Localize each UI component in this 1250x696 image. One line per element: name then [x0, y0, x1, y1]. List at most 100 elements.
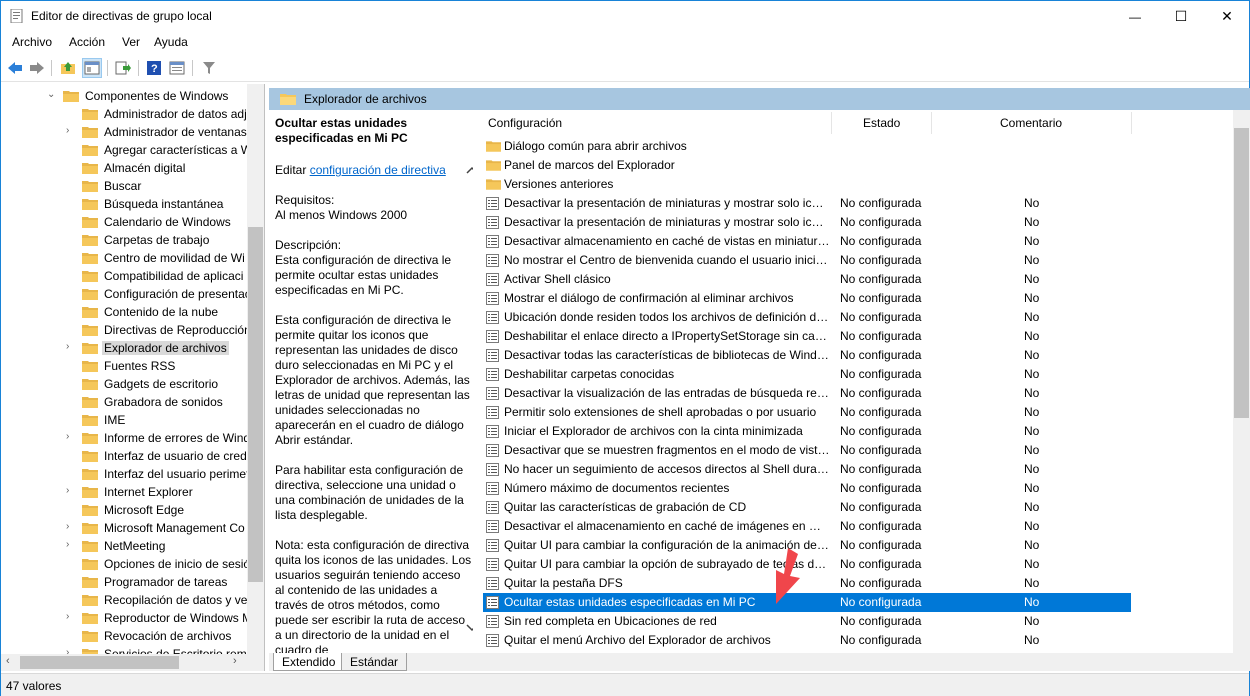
- up-folder-button[interactable]: [58, 58, 78, 78]
- properties-button[interactable]: [167, 58, 187, 78]
- list-setting-row[interactable]: Deshabilitar el enlace directo a IProper…: [483, 327, 1133, 346]
- tree-item[interactable]: Compatibilidad de aplicaci: [1, 267, 247, 285]
- chevron-right-icon[interactable]: ›: [66, 539, 69, 550]
- tree-item[interactable]: › Administrador de ventanas: [1, 123, 247, 141]
- list-setting-row[interactable]: Quitar UI para cambiar la configuración …: [483, 536, 1133, 555]
- menu-ver[interactable]: Ver: [122, 35, 140, 49]
- list-setting-row[interactable]: No mostrar el Centro de bienvenida cuand…: [483, 251, 1133, 270]
- list-setting-row[interactable]: Desactivar la presentación de miniaturas…: [483, 194, 1133, 213]
- list-setting-row[interactable]: Desactivar todas las características de …: [483, 346, 1133, 365]
- close-icon: ✕: [1221, 8, 1233, 24]
- tree-item[interactable]: Interfaz del usuario perimet: [1, 465, 247, 483]
- tree-item[interactable]: Agregar características a W: [1, 141, 247, 159]
- menu-accion[interactable]: Acción: [69, 35, 105, 49]
- tree-item[interactable]: › NetMeeting: [1, 537, 247, 555]
- tree-hscroll-thumb[interactable]: [20, 656, 179, 669]
- tree-item[interactable]: Revocación de archivos: [1, 627, 247, 645]
- tree-item[interactable]: Administrador de datos adj: [1, 105, 247, 123]
- tree-item[interactable]: Directivas de Reproducción: [1, 321, 247, 339]
- chevron-down-icon[interactable]: ⌄: [47, 89, 55, 100]
- tree-item[interactable]: Interfaz de usuario de crede: [1, 447, 247, 465]
- tree-item[interactable]: Grabadora de sonidos: [1, 393, 247, 411]
- tree-item[interactable]: Almacén digital: [1, 159, 247, 177]
- tree-item[interactable]: Opciones de inicio de sesió: [1, 555, 247, 573]
- list-setting-row[interactable]: Desactivar la visualización de las entra…: [483, 384, 1133, 403]
- tab-extendido[interactable]: Extendido: [273, 653, 345, 671]
- setting-name: Ubicación donde residen todos los archiv…: [504, 310, 830, 324]
- chevron-right-icon[interactable]: ›: [66, 611, 69, 622]
- list-setting-row[interactable]: Permitir solo extensiones de shell aprob…: [483, 403, 1133, 422]
- list-scrollbar[interactable]: [1233, 110, 1250, 653]
- back-button[interactable]: [5, 58, 25, 78]
- tree-item[interactable]: › Explorador de archivos: [1, 339, 247, 357]
- list-setting-row[interactable]: Ubicación donde residen todos los archiv…: [483, 308, 1133, 327]
- list-setting-row[interactable]: Quitar las características de grabación …: [483, 498, 1133, 517]
- tree-item[interactable]: IME: [1, 411, 247, 429]
- tree-item[interactable]: Carpetas de trabajo: [1, 231, 247, 249]
- tree-item[interactable]: ⌄ Componentes de Windows: [1, 87, 247, 105]
- chevron-right-icon[interactable]: ›: [66, 125, 69, 136]
- tree-item[interactable]: Buscar: [1, 177, 247, 195]
- menu-archivo[interactable]: Archivo: [12, 35, 52, 49]
- minimize-button[interactable]: —: [1112, 1, 1158, 32]
- close-button[interactable]: ✕: [1204, 1, 1250, 32]
- chevron-right-icon[interactable]: ›: [66, 521, 69, 532]
- tree-item[interactable]: Fuentes RSS: [1, 357, 247, 375]
- list-setting-row[interactable]: No hacer un seguimiento de accesos direc…: [483, 460, 1133, 479]
- list-setting-row[interactable]: Activar Shell clásico No configurada No: [483, 270, 1133, 289]
- tree-item[interactable]: Configuración de presentac: [1, 285, 247, 303]
- list-scroll-thumb[interactable]: [1234, 128, 1249, 418]
- list-folder-row[interactable]: Diálogo común para abrir archivos: [483, 137, 1133, 156]
- export-list-button[interactable]: [113, 58, 133, 78]
- list-folder-row[interactable]: Versiones anteriores: [483, 175, 1133, 194]
- tree-item[interactable]: Programador de tareas: [1, 573, 247, 591]
- chevron-right-icon[interactable]: ›: [66, 341, 69, 352]
- list-setting-row[interactable]: Deshabilitar carpetas conocidas No config…: [483, 365, 1133, 384]
- list-folder-row[interactable]: Panel de marcos del Explorador: [483, 156, 1133, 175]
- list-setting-row[interactable]: Mostrar el diálogo de confirmación al el…: [483, 289, 1133, 308]
- chevron-right-icon[interactable]: ›: [66, 485, 69, 496]
- tree-item[interactable]: › Informe de errores de Wind: [1, 429, 247, 447]
- tree-scroll-thumb[interactable]: [248, 227, 263, 582]
- tree-item[interactable]: › Internet Explorer: [1, 483, 247, 501]
- list-setting-row[interactable]: Número máximo de documentos recientes No …: [483, 479, 1133, 498]
- list-setting-row[interactable]: Quitar UI para cambiar la opción de subr…: [483, 555, 1133, 574]
- policy-setting-icon: [486, 463, 499, 476]
- list-setting-row[interactable]: Iniciar el Explorador de archivos con la…: [483, 422, 1133, 441]
- list-setting-row[interactable]: Quitar el menú Archivo del Explorador de…: [483, 631, 1133, 650]
- maximize-button[interactable]: ☐: [1158, 1, 1204, 32]
- tree-item[interactable]: Centro de movilidad de Wi: [1, 249, 247, 267]
- tree-item[interactable]: › Microsoft Management Co: [1, 519, 247, 537]
- tree-item[interactable]: › Reproductor de Windows M: [1, 609, 247, 627]
- list-setting-row[interactable]: Desactivar la presentación de miniaturas…: [483, 213, 1133, 232]
- list-setting-row[interactable]: Desactivar el almacenamiento en caché de…: [483, 517, 1133, 536]
- filter-button[interactable]: [199, 58, 219, 78]
- tree-item[interactable]: Gadgets de escritorio: [1, 375, 247, 393]
- menu-ayuda[interactable]: Ayuda: [154, 35, 188, 49]
- help-button[interactable]: ?: [144, 58, 164, 78]
- setting-name: Desactivar todas las características de …: [504, 348, 830, 362]
- column-comentario[interactable]: Comentario: [1000, 116, 1062, 130]
- tree-item[interactable]: Contenido de la nube: [1, 303, 247, 321]
- tab-estandar[interactable]: Estándar: [341, 653, 408, 671]
- edit-policy-link[interactable]: configuración de directiva: [310, 163, 446, 177]
- column-configuracion[interactable]: Configuración: [488, 116, 562, 130]
- scroll-left-icon[interactable]: ‹: [6, 655, 10, 667]
- chevron-right-icon[interactable]: ›: [66, 431, 69, 442]
- tree-item[interactable]: Microsoft Edge: [1, 501, 247, 519]
- forward-button[interactable]: [27, 58, 47, 78]
- tree-hscrollbar[interactable]: ‹ ›: [1, 654, 264, 671]
- tree-item[interactable]: Recopilación de datos y ver: [1, 591, 247, 609]
- tree-scrollbar[interactable]: [247, 84, 264, 654]
- tree-item-label: Reproductor de Windows M: [104, 611, 247, 625]
- list-setting-row[interactable]: Quitar la pestaña DFS No configurada No: [483, 574, 1133, 593]
- tree-item[interactable]: Calendario de Windows: [1, 213, 247, 231]
- list-setting-row[interactable]: Ocultar estas unidades especificadas en …: [483, 593, 1131, 612]
- list-setting-row[interactable]: Desactivar que se muestren fragmentos en…: [483, 441, 1133, 460]
- show-hide-tree-button[interactable]: [82, 58, 102, 78]
- list-setting-row[interactable]: Sin red completa en Ubicaciones de red No…: [483, 612, 1133, 631]
- tree-item[interactable]: Búsqueda instantánea: [1, 195, 247, 213]
- scroll-right-icon[interactable]: ›: [233, 655, 237, 667]
- column-estado[interactable]: Estado: [863, 116, 900, 130]
- list-setting-row[interactable]: Desactivar almacenamiento en caché de vi…: [483, 232, 1133, 251]
